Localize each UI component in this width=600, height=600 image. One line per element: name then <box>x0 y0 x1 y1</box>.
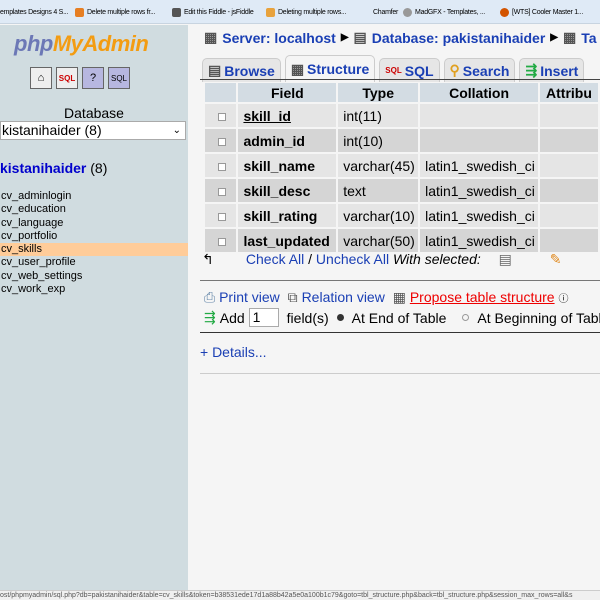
table-link[interactable]: cv_adminlogin <box>0 190 188 203</box>
database-label: Database <box>64 105 124 121</box>
bookmark[interactable]: MadGFX - Templates, ... <box>403 0 485 24</box>
print-view-link[interactable]: Print view <box>219 289 280 305</box>
table-link[interactable]: cv_user_profile <box>0 256 188 269</box>
column-header: Field <box>238 83 337 102</box>
details-link[interactable]: + Details... <box>200 344 267 360</box>
arrow-right-icon: ▶ <box>550 32 558 43</box>
help-icon[interactable]: ? <box>82 67 104 89</box>
uncheck-all-link[interactable]: Uncheck All <box>316 251 389 267</box>
structure-table: Field Type Collation Attribu skill_id int… <box>203 81 600 254</box>
row-checkbox[interactable] <box>218 187 226 196</box>
bookmark[interactable]: [WTS] Cooler Master 1... <box>500 0 583 24</box>
bookmarks-bar: emplates Designs 4 S... Delete multiple … <box>0 0 600 24</box>
row-checkbox[interactable] <box>218 162 226 171</box>
bookmark-icon <box>75 7 84 17</box>
arrow-right-icon: ▶ <box>340 32 349 43</box>
bookmark[interactable]: emplates Designs 4 S... <box>0 0 68 24</box>
insert-icon: ⇶ <box>525 62 538 78</box>
table-row: skill_rating varchar(10) latin1_swedish_ci <box>205 204 598 227</box>
edit-pencil-icon[interactable]: ✎ <box>550 251 562 267</box>
row-checkbox[interactable] <box>218 212 226 221</box>
bookmark[interactable]: Edit this Fiddle - jsFiddle <box>172 0 254 24</box>
database-name[interactable]: kistanihaider (8) <box>0 160 107 176</box>
arrow-up-left-icon: ↰ <box>202 251 214 267</box>
table-link[interactable]: cv_work_exp <box>0 283 188 296</box>
relation-view-link[interactable]: Relation view <box>302 289 385 305</box>
table-link[interactable]: cv_web_settings <box>0 270 188 283</box>
column-header: Type <box>338 83 419 102</box>
sidebar: phpMyAdmin ⌂ SQL ? SQL Database kistanih… <box>0 25 188 590</box>
sql-icon: SQL <box>385 66 402 75</box>
at-end-radio[interactable] <box>336 314 344 321</box>
bookmark-icon <box>403 7 412 17</box>
sql-window-icon[interactable]: SQL <box>56 67 78 89</box>
field-count-input[interactable]: 1 <box>248 308 279 327</box>
relation-icon: ⧉ <box>287 289 298 305</box>
main-content: ▦ Server: localhost ▶ ▤ Database: pakist… <box>190 25 600 590</box>
home-icon[interactable]: ⌂ <box>30 67 52 89</box>
table-row: last_updated varchar(50) latin1_swedish_ci <box>205 229 598 252</box>
column-header: Collation <box>420 83 539 102</box>
table-row: skill_desc text latin1_swedish_ci <box>205 179 598 202</box>
insert-icon: ⇶ <box>204 309 216 325</box>
row-checkbox[interactable] <box>218 112 226 121</box>
help-icon[interactable]: ⓘ <box>558 294 568 305</box>
browse-selected-icon[interactable]: ▤ <box>499 251 512 267</box>
table-link[interactable]: cv_education <box>0 203 188 216</box>
bookmark-icon <box>266 7 275 17</box>
breadcrumb-table[interactable]: Ta <box>581 30 596 46</box>
table-row: skill_name varchar(45) latin1_swedish_ci <box>205 154 598 177</box>
bookmark-icon <box>172 7 181 17</box>
table-link[interactable]: cv_language <box>0 217 188 230</box>
database-select[interactable]: kistanihaider (8) ⌄ <box>0 121 186 140</box>
breadcrumb: ▦ Server: localhost ▶ ▤ Database: pakist… <box>204 29 597 46</box>
bookmark-icon <box>500 7 509 17</box>
sql-docs-icon[interactable]: SQL <box>108 67 130 89</box>
table-list: cv_adminlogin cv_education cv_language c… <box>0 190 188 296</box>
server-icon: ▦ <box>204 29 218 45</box>
print-icon: ⎙ <box>204 289 216 305</box>
table-row: admin_id int(10) <box>205 129 598 152</box>
chevron-down-icon: ⌄ <box>172 125 181 136</box>
search-icon: ⚲ <box>449 62 460 78</box>
propose-structure-link[interactable]: Propose table structure <box>410 289 555 305</box>
status-bar-url: ost/phpmyadmin/sql.php?db=pakistanihaide… <box>0 590 600 600</box>
breadcrumb-server[interactable]: Server: localhost <box>222 30 336 46</box>
column-header: Attribu <box>540 83 598 102</box>
table-icon: ▦ <box>563 29 577 45</box>
propose-icon: ▦ <box>392 289 406 305</box>
structure-icon: ▦ <box>290 60 305 77</box>
check-all-link[interactable]: Check All <box>246 251 304 267</box>
row-checkbox[interactable] <box>218 137 226 146</box>
breadcrumb-database[interactable]: Database: pakistanihaider <box>372 30 546 46</box>
table-link-selected[interactable]: cv_skills <box>0 243 188 257</box>
database-icon: ▤ <box>353 29 367 45</box>
browse-icon: ▤ <box>208 62 222 78</box>
at-beginning-radio[interactable] <box>462 314 470 321</box>
bookmark[interactable]: Delete multiple rows fr... <box>75 0 155 24</box>
phpmyadmin-logo[interactable]: phpMyAdmin <box>14 31 149 57</box>
table-row: skill_id int(11) <box>205 104 598 127</box>
row-checkbox[interactable] <box>218 237 226 246</box>
with-selected-label: With selected: <box>392 251 481 267</box>
tab-structure[interactable]: ▦ Structure <box>284 55 376 82</box>
bookmark[interactable]: Chamfer <box>373 0 398 24</box>
bookmark[interactable]: Deleting multiple rows... <box>266 0 346 24</box>
table-link[interactable]: cv_portfolio <box>0 230 188 243</box>
